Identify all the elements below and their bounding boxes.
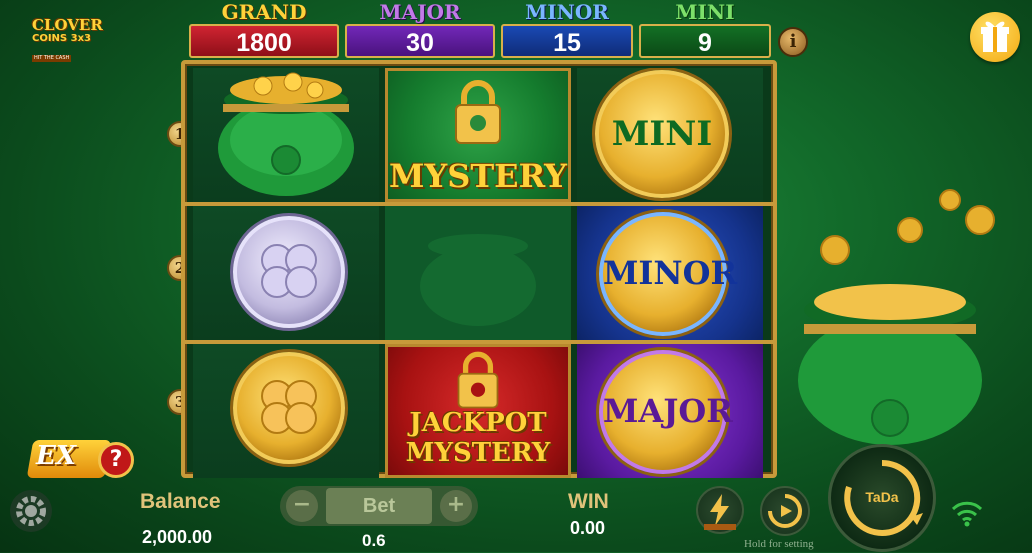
mini-coin-label: MINI: [611, 114, 713, 154]
jackpot-minor: MINOR 15: [501, 0, 633, 62]
settings-gear-icon[interactable]: [10, 490, 52, 532]
cell-pot: [193, 68, 379, 202]
jackpot-major: MAJOR 30: [345, 0, 495, 62]
logo-line1: CLOVER: [32, 16, 103, 34]
spin-label: TaDa: [865, 489, 899, 505]
autoplay-button[interactable]: [760, 486, 810, 536]
jackpot-mini-label: MINI: [675, 0, 735, 24]
turbo-bolt-button[interactable]: [696, 486, 744, 534]
clover-icon: [261, 380, 317, 434]
logo-line2: COINS 3x3: [32, 33, 91, 44]
extra-bet-help-icon[interactable]: ?: [98, 442, 134, 478]
jackpot-minor-value: 15: [501, 24, 633, 58]
cell-major: MAJOR: [577, 344, 763, 478]
extra-bet-label: EX: [36, 441, 76, 471]
balance-label: Balance: [140, 490, 221, 513]
win-label: WIN: [568, 490, 609, 513]
jackpot-grand-value: 1800: [189, 24, 339, 58]
pot-of-gold-icon: [218, 72, 354, 196]
major-coin: MAJOR: [599, 350, 733, 474]
hold-hint: Hold for setting: [744, 538, 814, 550]
balance-value: 2,000.00: [142, 527, 213, 547]
bet-plus-button[interactable]: +: [440, 490, 472, 522]
major-coin-label: MAJOR: [603, 392, 733, 430]
clover-icon: [261, 244, 317, 298]
jackpot-mini: MINI 9: [639, 0, 771, 62]
bet-label: Bet: [326, 488, 432, 524]
cell-gold-coin: [193, 344, 379, 478]
grid-divider: [185, 202, 773, 206]
cell-silver-coin: [193, 206, 379, 340]
jackpot-major-value: 30: [345, 24, 495, 58]
info-icon[interactable]: i: [778, 27, 808, 57]
padlock-icon: [457, 351, 499, 409]
bolt-icon: [704, 494, 736, 530]
cell-mystery: MYSTERY: [385, 68, 571, 202]
jackpot-minor-label: MINOR: [525, 0, 609, 24]
jackpot-major-label: MAJOR: [379, 0, 461, 24]
jackpot-grand-label: GRAND: [221, 0, 307, 24]
mystery-label: MYSTERY: [388, 157, 568, 195]
extra-bet-button[interactable]: EX ?: [26, 434, 140, 486]
bet-value: 0.6: [362, 531, 386, 550]
mini-coin: MINI: [595, 70, 729, 198]
grid-divider: [185, 340, 773, 344]
cell-mini: MINI: [577, 68, 763, 202]
cell-minor: MINOR: [577, 206, 763, 340]
spin-button[interactable]: TaDa: [828, 444, 936, 552]
silver-clover-coin: [233, 216, 345, 328]
win-value: 0.00: [570, 518, 606, 538]
cell-empty-pot: [385, 206, 571, 340]
autoplay-icon: [768, 494, 802, 528]
logo-line3: HIT THE CASH: [32, 55, 72, 62]
jackpot-mystery-line1: JACKPOT: [409, 408, 547, 438]
wifi-icon: [951, 501, 983, 527]
minor-coin: MINOR: [599, 212, 738, 336]
jackpot-grand: GRAND 1800: [189, 0, 339, 62]
reel-grid: MYSTERY MINI MINOR JACKPOT MYSTERY MAJOR: [181, 60, 777, 478]
cell-jackpot-mystery: JACKPOT MYSTERY: [385, 344, 571, 478]
jackpot-mini-value: 9: [639, 24, 771, 58]
minor-coin-label: MINOR: [603, 254, 738, 292]
decorative-pot-icon: [798, 189, 995, 445]
gold-clover-coin: [233, 352, 345, 464]
game-logo: CLOVER COINS 3x3 HIT THE CASH: [32, 16, 112, 62]
bet-minus-button[interactable]: −: [286, 490, 318, 522]
pot-silhouette-icon: [420, 234, 536, 326]
gift-icon[interactable]: [970, 12, 1020, 62]
padlock-icon: [455, 80, 501, 144]
jackpot-mystery-line2: MYSTERY: [405, 438, 551, 468]
